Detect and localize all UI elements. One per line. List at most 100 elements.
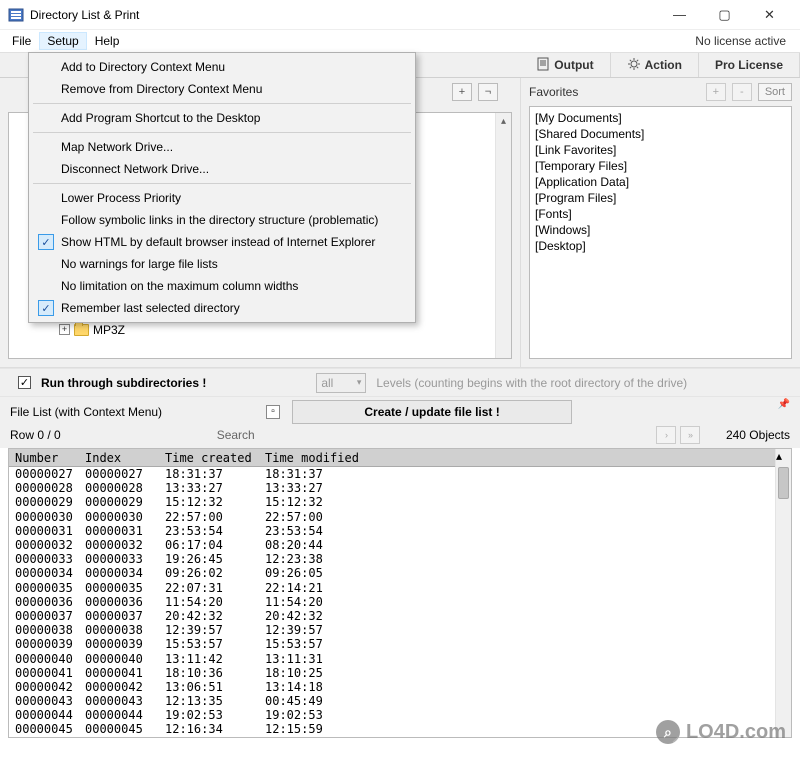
nav-last-button[interactable]: ›› [680, 426, 700, 444]
cell-time-modified: 22:14:21 [259, 581, 791, 595]
tab-action[interactable]: Action [611, 53, 699, 77]
maximize-button[interactable]: ▢ [702, 1, 747, 29]
cell-number: 00000035 [9, 581, 79, 595]
menu-file[interactable]: File [4, 32, 39, 50]
menu-separator [33, 183, 411, 184]
cell-number: 00000040 [9, 652, 79, 666]
grid-row[interactable]: 000000380000003812:39:5712:39:57 [9, 623, 791, 637]
cell-time-modified: 18:10:25 [259, 666, 791, 680]
magnifier-icon: ⌕ [656, 720, 680, 744]
menu-separator [33, 132, 411, 133]
scroll-up-icon[interactable]: ▴ [776, 449, 791, 463]
tab-output[interactable]: Output [520, 53, 610, 77]
menu-item[interactable]: Remove from Directory Context Menu [31, 78, 413, 100]
grid-row[interactable]: 000000310000003123:53:5423:53:54 [9, 524, 791, 538]
cell-time-created: 12:16:34 [159, 722, 259, 736]
nav-prev-button[interactable]: › [656, 426, 676, 444]
cell-number: 00000045 [9, 722, 79, 736]
col-time-created[interactable]: Time created [159, 451, 259, 465]
grid-row[interactable]: 000000300000003022:57:0022:57:00 [9, 510, 791, 524]
menu-help[interactable]: Help [87, 32, 128, 50]
menu-item-label: Remove from Directory Context Menu [61, 82, 262, 96]
grid-row[interactable]: 000000280000002813:33:2713:33:27 [9, 481, 791, 495]
watermark: ⌕ LO4D.com [656, 720, 786, 744]
favorites-remove-button[interactable]: - [732, 83, 752, 101]
menu-setup[interactable]: Setup [39, 32, 86, 50]
grid-row[interactable]: 000000400000004013:11:4213:11:31 [9, 651, 791, 665]
reset-path-button[interactable]: ¬ [478, 83, 498, 101]
favorites-item[interactable]: [Application Data] [535, 174, 786, 190]
menu-item[interactable]: ✓Show HTML by default browser instead of… [31, 231, 413, 253]
scrollbar-thumb[interactable] [778, 467, 789, 499]
col-index[interactable]: Index [79, 451, 159, 465]
favorites-sort-button[interactable]: Sort [758, 83, 792, 101]
grid-row[interactable]: 000000320000003206:17:0408:20:44 [9, 538, 791, 552]
menu-item[interactable]: Disconnect Network Drive... [31, 158, 413, 180]
favorites-item[interactable]: [Fonts] [535, 206, 786, 222]
favorites-item[interactable]: [Link Favorites] [535, 142, 786, 158]
menu-item[interactable]: Add Program Shortcut to the Desktop [31, 107, 413, 129]
tree-scrollbar[interactable]: ▴ [495, 113, 511, 358]
menu-item-label: No limitation on the maximum column widt… [61, 279, 298, 293]
grid-row[interactable]: 000000350000003522:07:3122:14:21 [9, 581, 791, 595]
favorites-item[interactable]: [Desktop] [535, 238, 786, 254]
cell-time-created: 19:02:53 [159, 708, 259, 722]
grid-scrollbar[interactable]: ▴ [775, 449, 791, 737]
grid-row[interactable]: 000000370000003720:42:3220:42:32 [9, 609, 791, 623]
grid-row[interactable]: 000000410000004118:10:3618:10:25 [9, 666, 791, 680]
menu-separator [33, 103, 411, 104]
col-time-modified[interactable]: Time modified [259, 451, 791, 465]
menu-item[interactable]: Map Network Drive... [31, 136, 413, 158]
grid-row[interactable]: 000000330000003319:26:4512:23:38 [9, 552, 791, 566]
row-counter-bar: Row 0 / 0 Search › ›› 240 Objects [0, 426, 800, 448]
cell-time-created: 06:17:04 [159, 538, 259, 552]
minimize-button[interactable]: — [657, 1, 702, 29]
favorites-list[interactable]: [My Documents][Shared Documents][Link Fa… [529, 106, 792, 359]
menu-item[interactable]: No warnings for large file lists [31, 253, 413, 275]
menu-item[interactable]: No limitation on the maximum column widt… [31, 275, 413, 297]
favorites-add-button[interactable]: + [706, 83, 726, 101]
grid-row[interactable]: 000000420000004213:06:5113:14:18 [9, 680, 791, 694]
menu-item[interactable]: Add to Directory Context Menu [31, 56, 413, 78]
grid-row[interactable]: 000000290000002915:12:3215:12:32 [9, 495, 791, 509]
title-bar: Directory List & Print — ▢ ✕ [0, 0, 800, 30]
menu-item[interactable]: ✓Remember last selected directory [31, 297, 413, 319]
add-path-button[interactable]: + [452, 83, 472, 101]
grid-row[interactable]: 000000360000003611:54:2011:54:20 [9, 595, 791, 609]
cell-index: 00000038 [79, 623, 159, 637]
menu-item-label: Add Program Shortcut to the Desktop [61, 111, 260, 125]
cell-number: 00000034 [9, 566, 79, 580]
grid-row[interactable]: 000000340000003409:26:0209:26:05 [9, 566, 791, 580]
grid-body[interactable]: 000000270000002718:31:3718:31:3700000028… [9, 467, 791, 737]
col-number[interactable]: Number [9, 451, 79, 465]
grid-row[interactable]: 000000430000004312:13:3500:45:49 [9, 694, 791, 708]
grid-row[interactable]: 000000270000002718:31:3718:31:37 [9, 467, 791, 481]
scroll-up-icon[interactable]: ▴ [496, 113, 511, 129]
grid-header[interactable]: Number Index Time created Time modified [9, 449, 791, 467]
close-button[interactable]: ✕ [747, 1, 792, 29]
cell-index: 00000035 [79, 581, 159, 595]
favorites-item[interactable]: [My Documents] [535, 110, 786, 126]
favorites-item[interactable]: [Program Files] [535, 190, 786, 206]
pin-icon[interactable]: 📌 [778, 399, 790, 410]
grid-row[interactable]: 000000390000003915:53:5715:53:57 [9, 637, 791, 651]
favorites-heading: Favorites [529, 85, 578, 99]
favorites-item[interactable]: [Temporary Files] [535, 158, 786, 174]
document-icon [536, 57, 550, 74]
subdirectories-checkbox[interactable]: ✓ [18, 376, 31, 389]
collapse-button[interactable]: ▫ [266, 405, 280, 419]
menu-item[interactable]: Follow symbolic links in the directory s… [31, 209, 413, 231]
favorites-item[interactable]: [Shared Documents] [535, 126, 786, 142]
levels-combo[interactable]: all ▾ [316, 373, 366, 393]
cell-time-modified: 15:12:32 [259, 495, 791, 509]
menu-item[interactable]: Lower Process Priority [31, 187, 413, 209]
cell-number: 00000027 [9, 467, 79, 481]
tree-node[interactable]: +MP3Z [9, 321, 495, 338]
cell-number: 00000038 [9, 623, 79, 637]
expander-icon[interactable]: + [59, 324, 70, 335]
create-update-list-button[interactable]: Create / update file list ! [292, 400, 572, 424]
tab-pro-license[interactable]: Pro License [699, 53, 800, 77]
menu-item-label: No warnings for large file lists [61, 257, 218, 271]
favorites-item[interactable]: [Windows] [535, 222, 786, 238]
cell-time-modified: 13:11:31 [259, 652, 791, 666]
